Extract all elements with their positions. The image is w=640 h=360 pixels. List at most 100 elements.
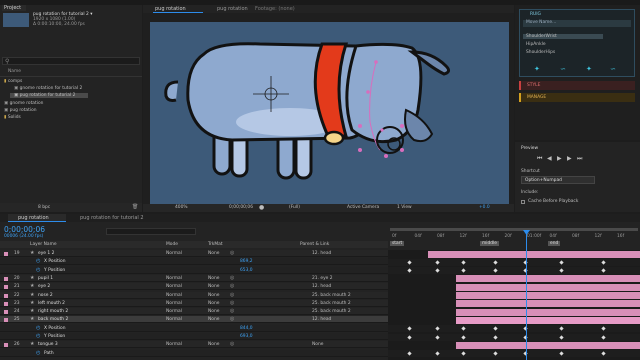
comp-marker[interactable]: start <box>390 241 405 246</box>
label-color-swatch[interactable] <box>4 343 8 348</box>
project-item-folder[interactable]: ▮ Solids <box>4 115 21 120</box>
property-row[interactable]: ◴ X Position 844,0 <box>0 324 388 332</box>
property-value[interactable]: 653,0 <box>240 268 253 273</box>
viewer-tab[interactable]: pug rotation <box>153 5 203 13</box>
property-name[interactable]: X Position <box>44 326 66 331</box>
comp-marker[interactable]: end <box>548 241 561 246</box>
layer-name[interactable]: right mouth 2 <box>38 309 68 314</box>
property-name[interactable]: Y Position <box>44 334 65 339</box>
keyframe[interactable] <box>601 260 606 265</box>
keyframe[interactable] <box>435 326 440 331</box>
trkmat-dropdown[interactable]: None <box>208 342 219 347</box>
skip-forward-icon[interactable]: ⏭ <box>577 155 582 163</box>
keyframe[interactable] <box>493 334 498 340</box>
keyframe[interactable] <box>461 260 466 265</box>
parent-dropdown[interactable]: 12. head <box>312 317 331 322</box>
keyframe[interactable] <box>407 326 412 331</box>
pickwhip-icon[interactable]: ◎ <box>230 250 234 256</box>
layer-name[interactable]: left mouth 2 <box>38 301 65 306</box>
layer-row[interactable]: 22 ★ nose 2 ◎ Normal None 25. back mouth 2 <box>0 291 388 299</box>
project-item[interactable]: ▣ pug rotation <box>4 108 37 113</box>
layer-duration-bar[interactable] <box>456 275 640 283</box>
timeline-search-input[interactable] <box>106 228 196 235</box>
keyframe[interactable] <box>559 351 564 356</box>
layer-duration-bar[interactable] <box>456 283 640 291</box>
label-color-swatch[interactable] <box>4 285 8 290</box>
project-item-folder[interactable]: ▮ comps <box>4 79 22 84</box>
work-area-bar[interactable] <box>390 228 638 231</box>
label-color-swatch[interactable] <box>4 318 8 323</box>
mode-dropdown[interactable]: Normal <box>166 301 182 306</box>
layer-row[interactable]: 21 ★ eye 2 ◎ Normal None 12. head <box>0 283 388 291</box>
timeline-timecode[interactable]: 0;00;00;06 <box>4 225 45 234</box>
layer-row[interactable]: 19 ★ eye 1 2 ◎ Normal None 12. head <box>0 250 388 257</box>
keyframe[interactable] <box>559 260 564 265</box>
layer-duration-bar[interactable] <box>456 308 640 316</box>
layer-name[interactable]: eye 2 <box>38 284 50 289</box>
keyframe[interactable] <box>559 268 564 273</box>
keyframe[interactable] <box>435 268 440 273</box>
property-track[interactable] <box>388 350 640 358</box>
layer-name-header[interactable]: Layer Name <box>30 242 57 247</box>
stopwatch-icon[interactable]: ◴ <box>36 350 40 356</box>
stopwatch-icon[interactable]: ◴ <box>36 258 40 264</box>
mode-dropdown[interactable]: Normal <box>166 284 182 289</box>
parent-dropdown[interactable]: 25. back mouth 2 <box>312 293 351 298</box>
layer-row[interactable]: 25 ★ back mouth 2 ◎ Normal None 12. head <box>0 316 388 324</box>
keyframe[interactable] <box>601 334 606 340</box>
keyframe[interactable] <box>435 260 440 265</box>
manage-section[interactable]: MANAGE <box>519 93 635 102</box>
comp-marker[interactable]: middle <box>480 241 499 246</box>
trkmat-dropdown[interactable]: None <box>208 317 219 322</box>
parent-dropdown[interactable]: 25. back mouth 2 <box>312 309 351 314</box>
mode-dropdown[interactable]: Normal <box>166 293 182 298</box>
layer-duration-bar[interactable] <box>456 300 640 308</box>
parent-dropdown[interactable]: 25. back mouth 2 <box>312 301 351 306</box>
trkmat-dropdown[interactable]: None <box>208 301 219 306</box>
zoom-dropdown[interactable]: 400% <box>175 205 188 210</box>
property-track[interactable] <box>388 333 640 341</box>
timeline-tab-2-label[interactable]: pug rotation for tutorial 2 <box>80 215 144 221</box>
mode-dropdown[interactable]: Normal <box>166 309 182 314</box>
layer-name[interactable]: eye 1 2 <box>38 251 54 256</box>
trkmat-dropdown[interactable]: None <box>208 309 219 314</box>
property-value[interactable]: 844,0 <box>240 326 253 331</box>
pickwhip-icon[interactable]: ◎ <box>230 308 234 314</box>
parent-dropdown[interactable]: 12. head <box>312 284 331 289</box>
label-color-swatch[interactable] <box>4 301 8 306</box>
property-track[interactable] <box>388 258 640 266</box>
layer-duration-bar[interactable] <box>456 292 640 299</box>
layer-duration-bar[interactable] <box>456 316 640 324</box>
keyframe[interactable] <box>461 334 466 340</box>
camera-dropdown[interactable]: Active Camera <box>347 205 379 210</box>
layer-row[interactable]: 24 ★ right mouth 2 ◎ Normal None 25. back mout… <box>0 308 388 316</box>
viewer-tab-3-label[interactable]: Footage: (none) <box>255 6 295 12</box>
play-icon[interactable]: ▶ <box>557 155 562 162</box>
views-dropdown[interactable]: 1 View <box>397 205 412 210</box>
keyframe[interactable] <box>493 260 498 265</box>
keyframe[interactable] <box>407 334 412 340</box>
pickwhip-icon[interactable]: ◎ <box>230 275 234 281</box>
viewer-tab-2-label[interactable]: pug rotation <box>217 6 248 12</box>
style-section[interactable]: STYLE <box>519 81 635 90</box>
keyframe[interactable] <box>601 351 606 356</box>
project-search-input[interactable]: ⚲ <box>2 57 140 65</box>
mode-dropdown[interactable]: Normal <box>166 276 182 281</box>
keyframe[interactable] <box>407 351 412 356</box>
property-row[interactable]: ◴ X Position 869,2 <box>0 258 388 266</box>
timeline-tab[interactable]: pug rotation <box>8 214 66 222</box>
rig-search-input[interactable]: Move Name... <box>523 20 631 27</box>
layer-row[interactable]: 23 ★ left mouth 2 ◎ Normal None 25. back mouth… <box>0 299 388 307</box>
trkmat-dropdown[interactable]: None <box>208 293 219 298</box>
pickwhip-icon[interactable]: ◎ <box>230 292 234 298</box>
layer-name[interactable]: back mouth 2 <box>38 317 68 322</box>
stopwatch-icon[interactable]: ◴ <box>36 267 40 273</box>
property-value[interactable]: 693,0 <box>240 334 253 339</box>
keyframe[interactable] <box>407 260 412 265</box>
rig-tool-icon[interactable]: ∽ <box>610 65 616 73</box>
pickwhip-icon[interactable]: ◎ <box>230 300 234 306</box>
project-item[interactable]: ▣ gnome rotation for tutorial 2 <box>14 86 82 91</box>
keyframe[interactable] <box>435 351 440 356</box>
stopwatch-icon[interactable]: ◴ <box>36 325 40 331</box>
rig-tool-icon[interactable]: ✦ <box>586 65 592 73</box>
